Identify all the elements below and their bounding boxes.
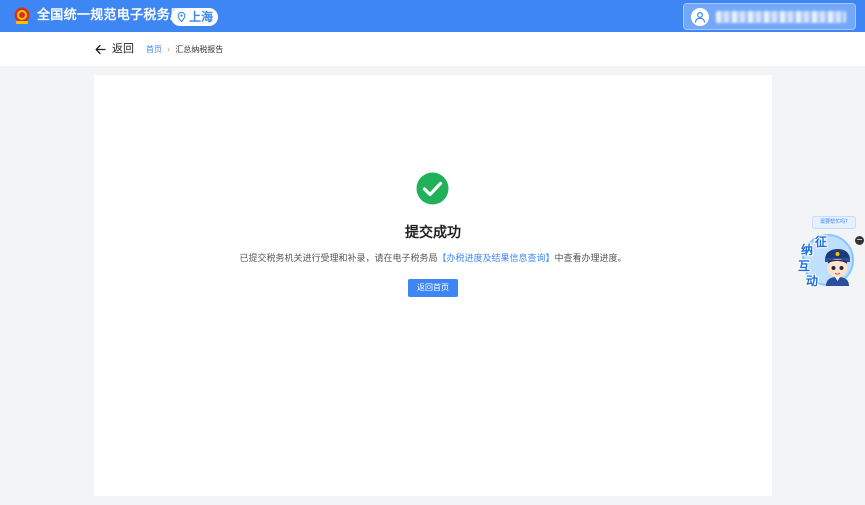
assistant-close-button[interactable]: − (855, 236, 864, 245)
top-header: 全国统一规范电子税务局 上海 ███████████████ (0, 0, 865, 32)
assistant-bubble[interactable]: 需要帮忙吗? (812, 216, 856, 229)
progress-query-link[interactable]: 【办税进度及结果信息查询】 (437, 254, 554, 264)
assistant-widget[interactable]: 征 纳 互 动 (798, 232, 856, 290)
arrow-left-icon (95, 44, 106, 54)
user-icon (694, 11, 706, 23)
breadcrumb-home[interactable]: 首页 (146, 45, 162, 55)
assistant-char-hu: 互 (798, 259, 811, 273)
result-card: 提交成功 已提交税务机关进行受理和补录，请在电子税务局【办税进度及结果信息查询】… (94, 75, 772, 496)
location-pin-icon (177, 12, 186, 22)
user-menu[interactable]: ███████████████ (683, 3, 856, 30)
user-name: ███████████████ (716, 11, 846, 23)
assistant-char-zheng: 征 (815, 235, 828, 249)
avatar (691, 8, 709, 26)
breadcrumb-separator: › (167, 45, 171, 54)
assistant-avatar-icon (825, 249, 850, 286)
region-selector[interactable]: 上海 (171, 8, 218, 26)
region-label: 上海 (189, 10, 214, 24)
sub-nav: 返回 首页 › 汇总纳税报告 (0, 32, 865, 66)
result-title: 提交成功 (405, 225, 461, 241)
site-title: 全国统一规范电子税务局 (37, 8, 184, 23)
breadcrumb-current: 汇总纳税报告 (175, 45, 224, 54)
assistant-char-na: 纳 (801, 243, 814, 257)
result-desc-prefix: 已提交税务机关进行受理和补录，请在电子税务局 (239, 254, 438, 264)
result-description: 已提交税务机关进行受理和补录，请在电子税务局【办税进度及结果信息查询】中查看办理… (94, 253, 772, 265)
result-desc-suffix: 中查看办理进度。 (554, 254, 627, 264)
return-home-button[interactable]: 返回首页 (408, 279, 458, 297)
national-emblem-icon (14, 7, 30, 24)
back-label: 返回 (112, 42, 134, 55)
check-circle-icon (416, 172, 449, 205)
back-button[interactable]: 返回 (95, 43, 134, 55)
assistant-char-dong: 动 (806, 274, 819, 288)
breadcrumb: 首页 › 汇总纳税报告 (146, 45, 223, 55)
